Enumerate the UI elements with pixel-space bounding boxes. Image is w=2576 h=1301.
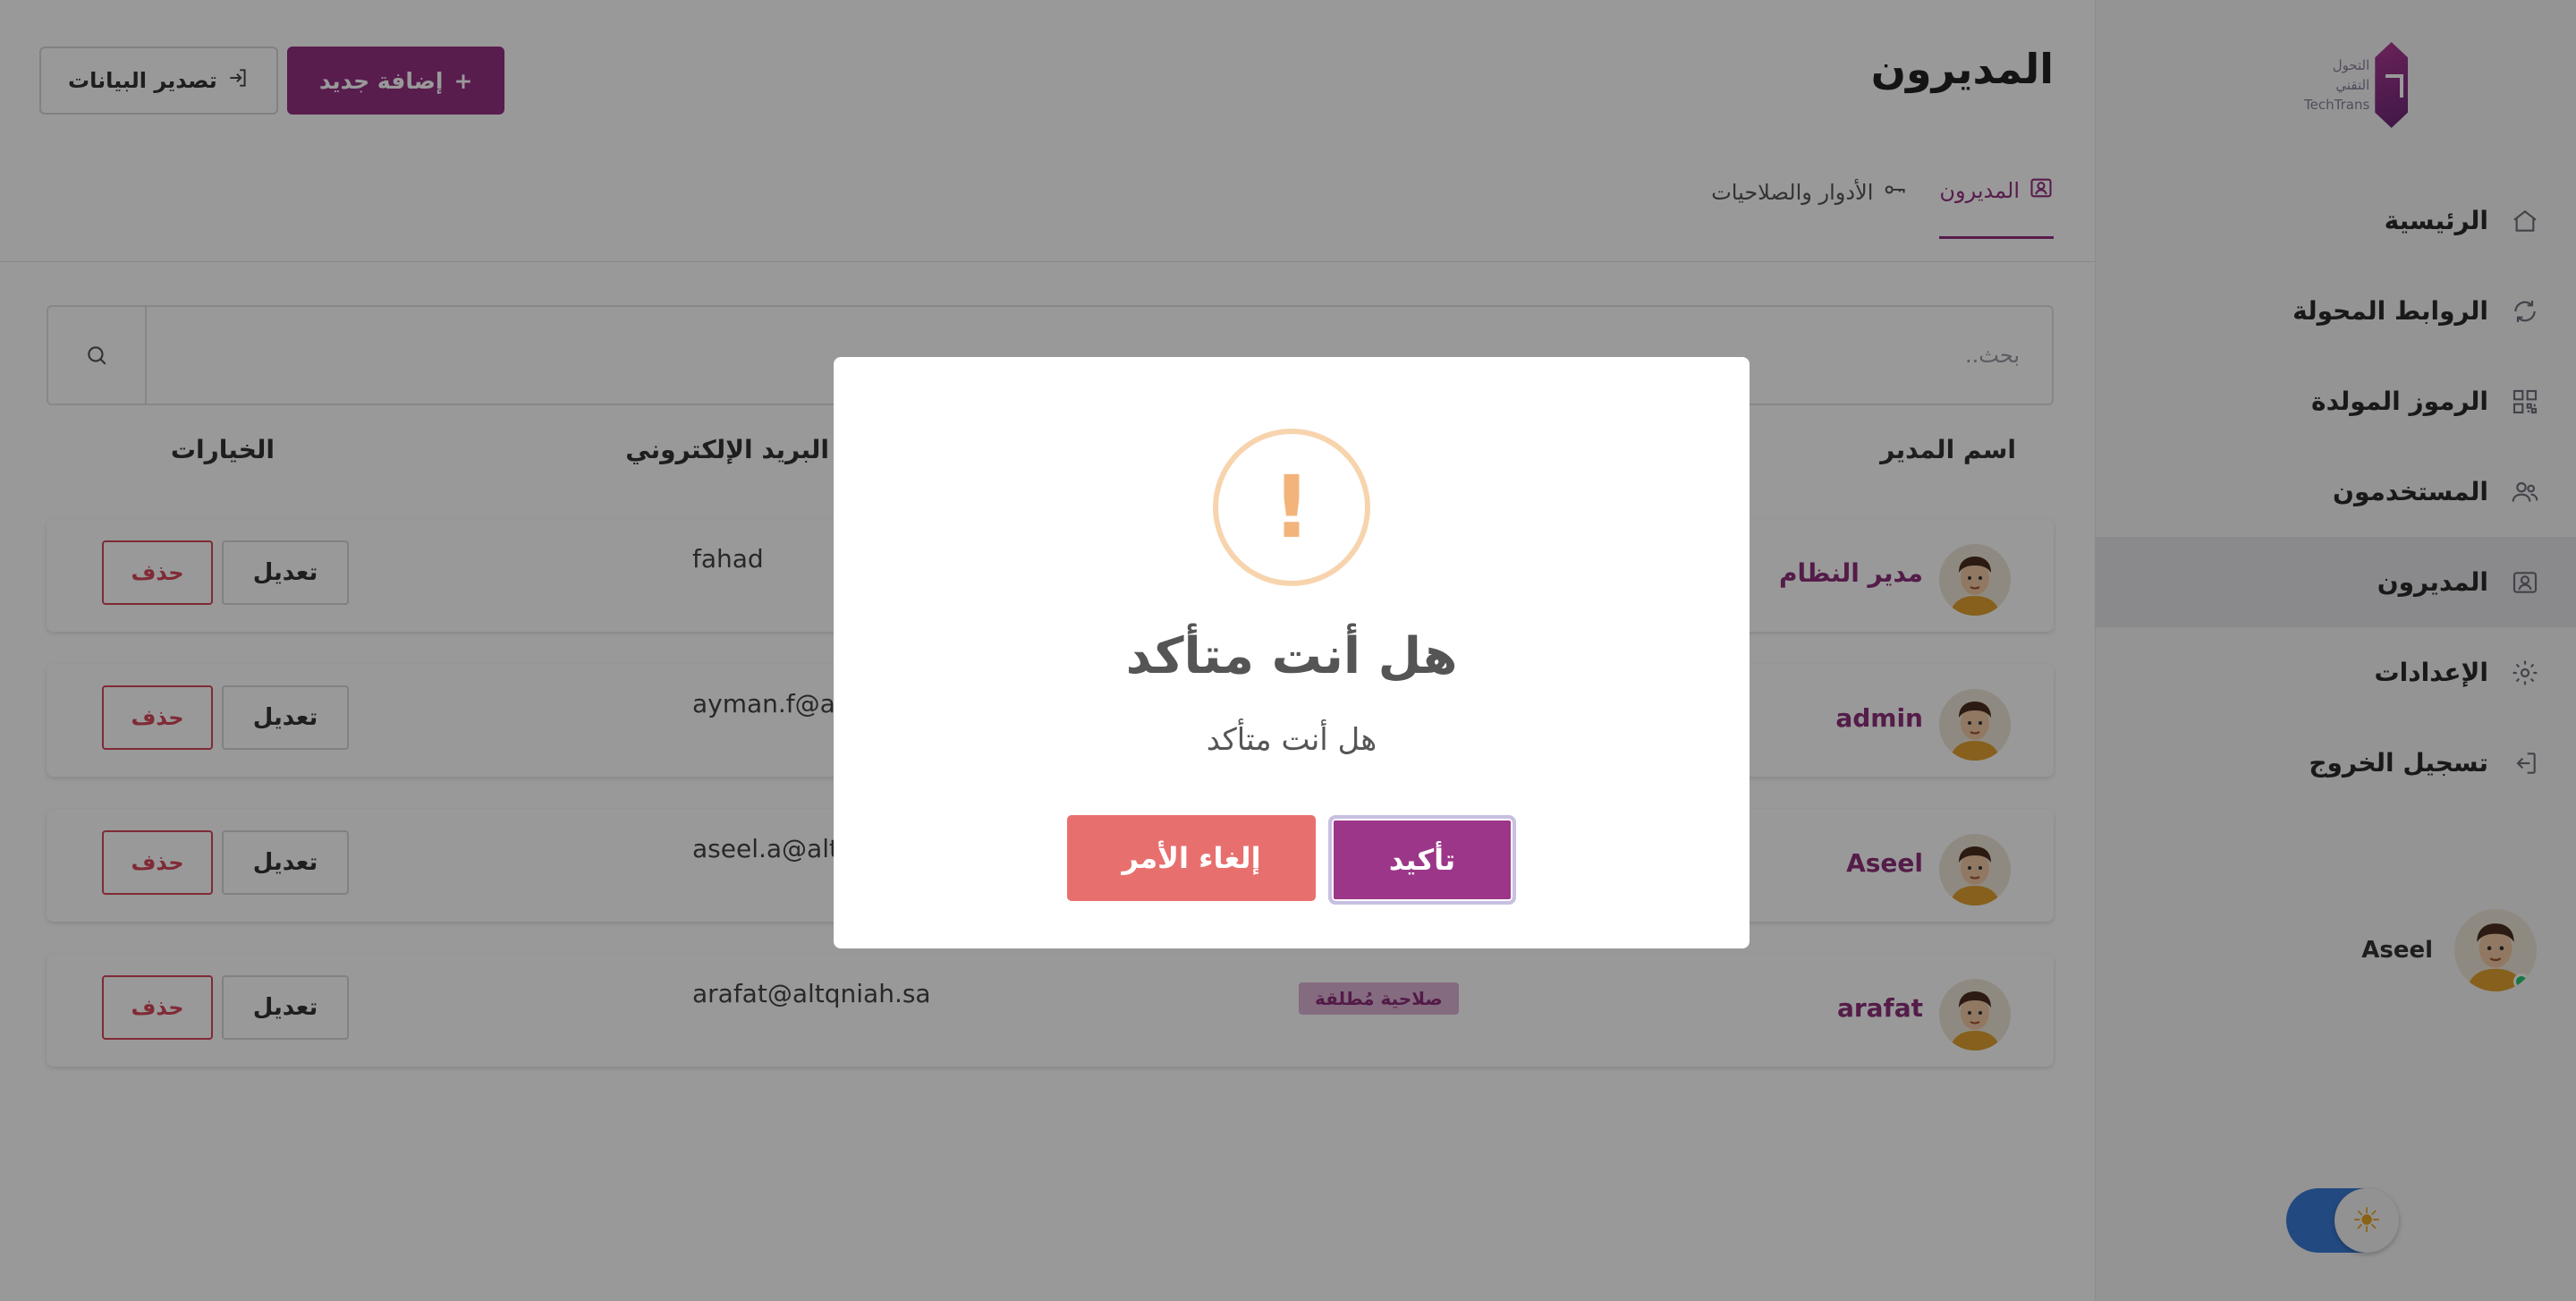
confirm-dialog: ! هل أنت متأكد هل أنت متأكد إلغاء الأمر …: [834, 357, 1750, 948]
dialog-text: هل أنت متأكد: [1206, 722, 1377, 758]
app-root: التحول التقني TechTrans الرئيسية الروابط…: [0, 0, 2576, 1301]
warning-icon: !: [1213, 429, 1370, 586]
dialog-title: هل أنت متأكد: [1125, 627, 1458, 685]
confirm-button[interactable]: تأكيد: [1328, 815, 1516, 905]
cancel-button[interactable]: إلغاء الأمر: [1067, 815, 1316, 901]
dialog-actions: إلغاء الأمر تأكيد: [834, 815, 1750, 905]
